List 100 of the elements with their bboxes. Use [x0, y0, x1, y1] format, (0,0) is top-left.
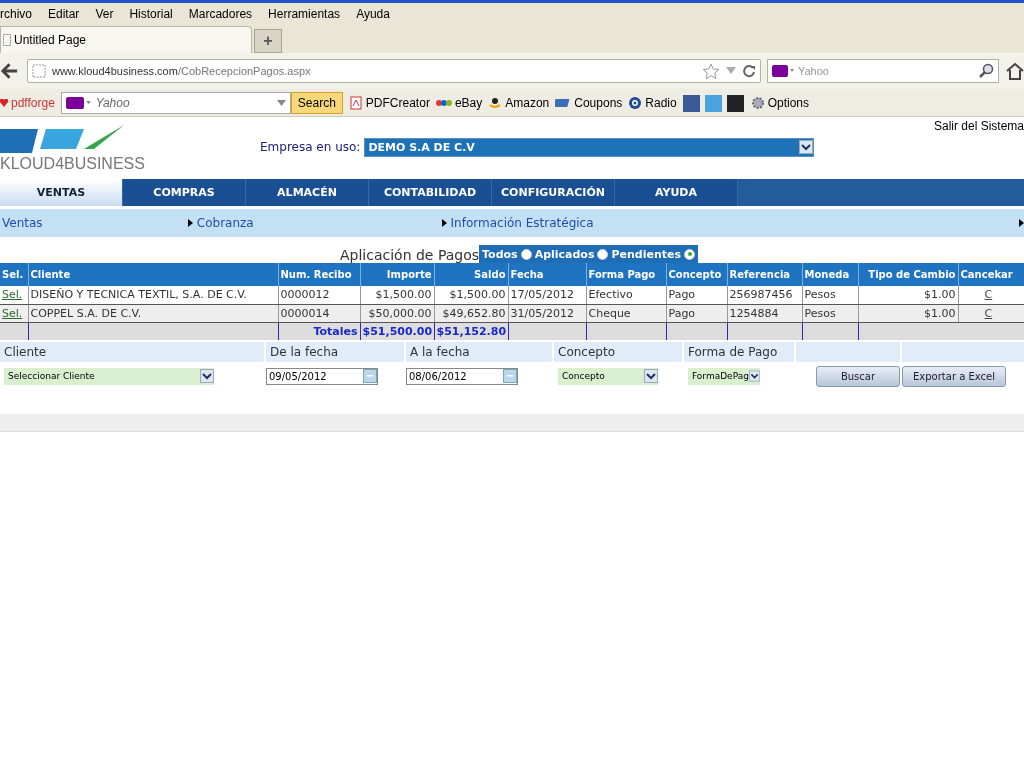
radio-button[interactable]	[520, 248, 532, 260]
total-amount: $51,152.80	[436, 324, 507, 338]
column-header: Cancekar	[958, 263, 1024, 286]
section-title: Aplicación de Pagos	[339, 247, 480, 263]
totals-label: Totales	[313, 324, 358, 338]
export-button[interactable]: Exportar a Excel	[902, 365, 1006, 387]
radio-button[interactable]	[597, 248, 609, 260]
search-button[interactable]: Buscar	[816, 365, 900, 387]
document-icon	[348, 95, 363, 110]
calendar-icon[interactable]	[503, 369, 517, 383]
nav-tab[interactable]: COMPRAS	[123, 179, 246, 206]
concept-select[interactable]: Concepto	[558, 367, 658, 385]
table-cell: Pesos	[804, 306, 836, 320]
table-cell: Pesos	[804, 288, 836, 302]
menu-item[interactable]: Historial	[121, 7, 181, 21]
bookmark-link[interactable]: Amazon	[488, 95, 550, 110]
nav-tab[interactable]: CONFIGURACIÓN	[492, 179, 615, 206]
ticket-icon	[555, 96, 572, 109]
sub-menu-item[interactable]: Cobranza	[185, 216, 440, 230]
company-select[interactable]: DEMO S.A DE C.V	[364, 137, 815, 157]
table-cell: $49,652.80	[442, 306, 506, 320]
table-cell: $1,500.00	[375, 288, 432, 302]
radio-button[interactable]	[684, 248, 696, 260]
menu-item[interactable]: rchivo	[0, 7, 40, 21]
cancel-link[interactable]: C	[984, 306, 993, 320]
menu-item[interactable]: Editar	[40, 7, 88, 21]
column-header: Concepto	[666, 263, 727, 286]
new-tab-button[interactable]: +	[254, 29, 282, 53]
nav-tab[interactable]: CONTABILIDAD	[369, 179, 492, 206]
bookmark-link[interactable]: Radio	[628, 95, 677, 110]
select-link[interactable]: Sel.	[2, 306, 23, 320]
table-cell: 31/05/2012	[510, 306, 574, 320]
search-button[interactable]: Search	[290, 91, 343, 114]
field-label: Cliente	[0, 342, 264, 362]
logout-link[interactable]: Salir del Sistema	[933, 119, 1024, 133]
table-cell: Pago	[668, 288, 696, 302]
column-header: Cliente	[28, 263, 278, 286]
filter-label: Pendientes	[611, 247, 682, 261]
menu-item[interactable]: Herramientas	[260, 7, 349, 21]
sub-menu-item[interactable]: Información Estratégica	[439, 216, 1019, 230]
sub-menu-item[interactable]: Ventas	[0, 216, 186, 230]
client-select[interactable]: Seleccionar Cliente	[4, 367, 214, 385]
menu-item[interactable]: Ver	[87, 7, 122, 21]
page-icon	[3, 34, 11, 46]
address-field[interactable]: www.kloud4business.com/CobRecepcionPagos.aspx	[26, 59, 761, 83]
column-header: Saldo	[434, 263, 508, 286]
table-cell: $50,000.00	[368, 306, 432, 320]
table-cell: Pago	[668, 306, 696, 320]
field-label: Concepto	[554, 342, 682, 362]
table-cell: Cheque	[588, 306, 631, 320]
home-icon[interactable]	[1004, 62, 1024, 80]
company-label: Empresa en uso:	[260, 140, 361, 154]
gear-icon	[750, 95, 765, 110]
chevron-down-icon	[200, 369, 214, 383]
toolbar-search-field[interactable]: Yahoo	[60, 91, 291, 114]
logo-text: KLOUD4BUSINESS	[0, 154, 145, 174]
reload-icon[interactable]	[741, 64, 756, 78]
table-cell: 17/05/2012	[510, 288, 574, 302]
radio-icon	[628, 95, 643, 110]
nav-tab[interactable]: ALMACÉN	[246, 179, 369, 206]
column-header: Forma Pago	[586, 263, 666, 286]
dropdown-icon[interactable]	[276, 99, 286, 106]
column-header: Moneda	[802, 263, 858, 286]
filter-label: Aplicados	[534, 247, 595, 261]
nav-tab[interactable]: VENTAS	[0, 179, 123, 206]
search-icon[interactable]	[977, 63, 994, 79]
column-header: Tipo de Cambio	[858, 263, 958, 286]
table-cell: $1,500.00	[449, 288, 506, 302]
date-field[interactable]: 09/05/2012	[266, 367, 378, 385]
bookmark-link[interactable]: Coupons	[555, 95, 623, 110]
bookmark-link[interactable]: eBay	[435, 95, 483, 110]
table-cell: DISEÑO Y TECNICA TEXTIL, S.A. DE C.V.	[30, 288, 247, 302]
menu-item[interactable]: Marcadores	[180, 7, 261, 21]
bookmark-link[interactable]: PDFCreator	[348, 95, 430, 110]
calendar-icon[interactable]	[363, 369, 377, 383]
table-cell: $1.00	[924, 306, 956, 320]
dots-icon	[435, 97, 452, 108]
table-cell: Efectivo	[588, 288, 633, 302]
column-header: Num. Recibo	[278, 263, 360, 286]
column-header: Sel.	[0, 263, 28, 286]
payment-type-select[interactable]: FormaDePag	[688, 367, 760, 385]
menu-item[interactable]: Ayuda	[348, 7, 398, 21]
table-cell: COPPEL S.A. DE C.V.	[30, 306, 142, 320]
nav-tab[interactable]: AYUDA	[615, 179, 738, 206]
options-menu[interactable]: Options	[750, 95, 810, 110]
column-header: Fecha	[508, 263, 586, 286]
heart-icon	[0, 98, 8, 107]
social-icons-drawing[interactable]	[682, 93, 745, 112]
table-cell: 0000012	[280, 288, 330, 302]
chevron-down-icon	[748, 369, 760, 383]
cancel-link[interactable]: C	[984, 288, 993, 302]
browser-tab[interactable]: Untitled Page	[0, 26, 252, 53]
table-cell: $1.00	[924, 288, 956, 302]
star-icon[interactable]	[701, 63, 720, 79]
date-field[interactable]: 08/06/2012	[406, 367, 518, 385]
table-cell: 0000014	[280, 306, 330, 320]
arrow-icon	[187, 219, 193, 227]
select-link[interactable]: Sel.	[2, 288, 23, 302]
column-header: Importe	[360, 263, 434, 286]
arrow-icon	[441, 219, 447, 227]
